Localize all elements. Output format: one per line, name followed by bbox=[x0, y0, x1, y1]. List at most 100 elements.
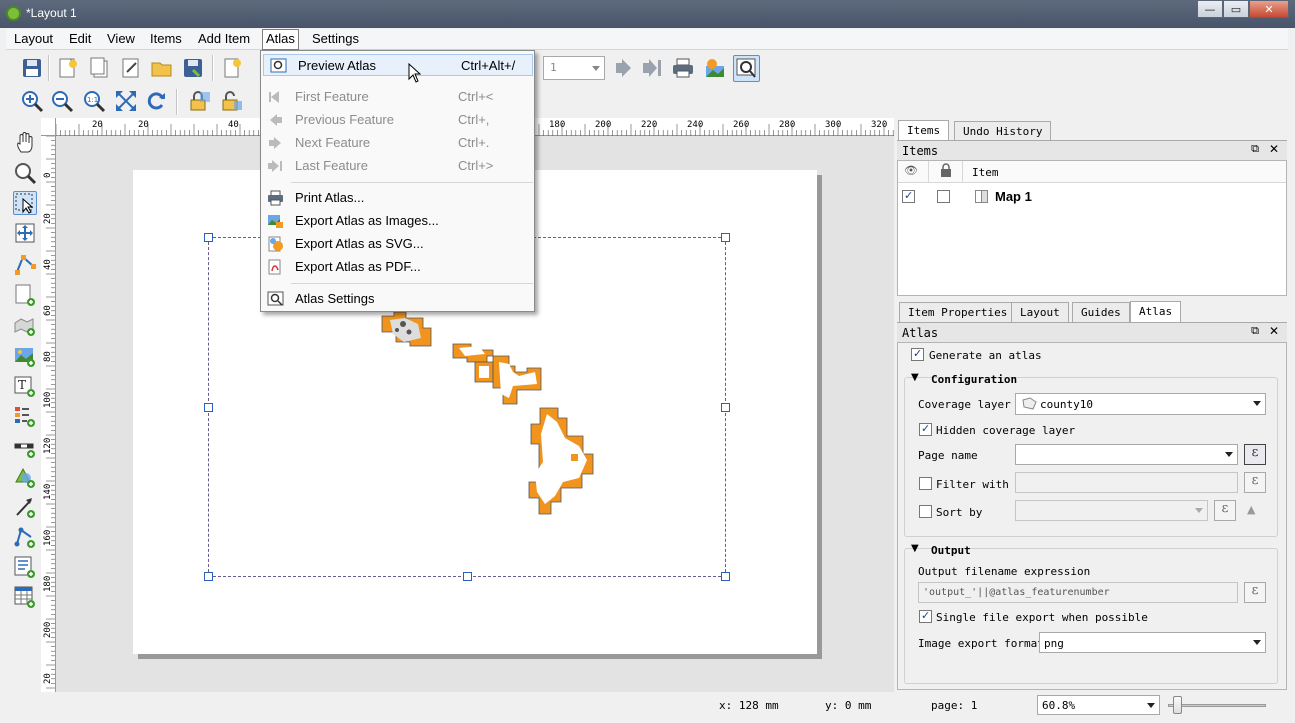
menu-view[interactable]: View bbox=[104, 31, 138, 46]
maximize-button[interactable]: ▭ bbox=[1223, 0, 1249, 18]
edit-nodes-tool-icon[interactable] bbox=[13, 252, 37, 276]
add-pages-icon[interactable] bbox=[220, 56, 244, 80]
export-atlas-pdf-item[interactable]: Export Atlas as PDF... bbox=[261, 256, 534, 278]
add-scalebar-tool-icon[interactable] bbox=[13, 435, 37, 459]
collapse-arrow-icon[interactable]: ▼ bbox=[911, 372, 919, 383]
new-layout-icon[interactable] bbox=[56, 56, 80, 80]
unlock-items-icon[interactable] bbox=[220, 89, 244, 113]
resize-handle-right[interactable] bbox=[721, 403, 730, 412]
print-atlas-icon[interactable] bbox=[671, 56, 695, 80]
last-feature-item[interactable]: Last Feature Ctrl+> bbox=[261, 155, 534, 177]
chevron-down-icon bbox=[1225, 452, 1233, 457]
filter-expression-input[interactable] bbox=[1015, 472, 1238, 493]
table-row[interactable]: Map 1 bbox=[898, 185, 1286, 207]
menu-atlas[interactable]: Atlas bbox=[262, 29, 299, 50]
menu-add-item[interactable]: Add Item bbox=[195, 31, 253, 46]
zoom-actual-icon[interactable]: 1:1 bbox=[82, 89, 106, 113]
close-panel-icon[interactable]: ✕ bbox=[1269, 324, 1279, 338]
zoom-in-icon[interactable] bbox=[20, 89, 44, 113]
print-atlas-item[interactable]: Print Atlas... bbox=[261, 187, 534, 209]
zoom-slider-track[interactable] bbox=[1168, 704, 1266, 707]
preview-atlas-item[interactable]: Preview Atlas Ctrl+Alt+/ bbox=[263, 54, 533, 76]
layout-manager-icon[interactable] bbox=[119, 56, 143, 80]
tab-guides[interactable]: Guides bbox=[1072, 302, 1130, 322]
select-tool-icon[interactable] bbox=[13, 191, 37, 215]
tab-layout[interactable]: Layout bbox=[1011, 302, 1069, 322]
sort-expression-button[interactable]: ε bbox=[1214, 500, 1236, 521]
zoom-select[interactable]: 60.8% bbox=[1037, 695, 1160, 715]
add-map-tool-icon[interactable] bbox=[13, 313, 37, 337]
save-icon[interactable] bbox=[20, 56, 44, 80]
export-atlas-images-item[interactable]: Export Atlas as Images... bbox=[261, 210, 534, 232]
last-feature-icon[interactable] bbox=[640, 56, 664, 80]
close-panel-icon[interactable]: ✕ bbox=[1269, 142, 1279, 156]
save-template-icon[interactable] bbox=[181, 56, 205, 80]
add-html-tool-icon[interactable] bbox=[13, 555, 37, 579]
minimize-button[interactable]: — bbox=[1197, 0, 1223, 18]
item-lock-checkbox[interactable] bbox=[937, 190, 950, 203]
sort-ascending-icon[interactable]: ▲ bbox=[1247, 503, 1255, 516]
resize-handle-left[interactable] bbox=[204, 403, 213, 412]
move-content-tool-icon[interactable] bbox=[13, 221, 37, 245]
tab-undo-history[interactable]: Undo History bbox=[954, 121, 1052, 141]
coverage-layer-select[interactable]: county10 bbox=[1015, 393, 1266, 415]
add-pages-tool-icon[interactable] bbox=[13, 283, 37, 307]
sort-by-select[interactable] bbox=[1015, 500, 1208, 521]
add-arrow-tool-icon[interactable] bbox=[13, 495, 37, 519]
page-name-expression-button[interactable]: ε bbox=[1244, 444, 1266, 465]
refresh-icon[interactable] bbox=[144, 89, 168, 113]
single-file-label: Single file export when possible bbox=[936, 611, 1148, 624]
add-attribute-table-tool-icon[interactable] bbox=[13, 585, 37, 609]
open-template-icon[interactable] bbox=[150, 56, 174, 80]
single-file-checkbox[interactable] bbox=[919, 609, 932, 623]
resize-handle-bottom-left[interactable] bbox=[204, 572, 213, 581]
add-picture-tool-icon[interactable] bbox=[13, 344, 37, 368]
menu-edit[interactable]: Edit bbox=[66, 31, 94, 46]
add-node-item-tool-icon[interactable] bbox=[13, 525, 37, 549]
sort-by-checkbox[interactable] bbox=[919, 505, 932, 518]
zoom-full-icon[interactable] bbox=[114, 89, 138, 113]
filter-expression-button[interactable]: ε bbox=[1244, 472, 1266, 493]
output-filename-input[interactable]: 'output_'||@atlas_featurenumber bbox=[918, 582, 1238, 603]
lock-items-icon[interactable] bbox=[188, 89, 212, 113]
float-panel-icon[interactable]: ⧉ bbox=[1251, 324, 1259, 338]
tab-item-properties[interactable]: Item Properties bbox=[899, 302, 1017, 322]
first-feature-item[interactable]: First Feature Ctrl+< bbox=[261, 86, 534, 108]
output-expression-button[interactable]: ε bbox=[1244, 582, 1266, 603]
generate-atlas-checkbox[interactable] bbox=[911, 347, 924, 361]
filter-with-checkbox[interactable] bbox=[919, 477, 932, 490]
menu-items[interactable]: Items bbox=[147, 31, 185, 46]
pan-tool-icon[interactable] bbox=[13, 131, 37, 155]
duplicate-layout-icon[interactable] bbox=[88, 56, 112, 80]
tab-items[interactable]: Items bbox=[898, 120, 950, 142]
resize-handle-bottom-right[interactable] bbox=[721, 572, 730, 581]
add-legend-tool-icon[interactable] bbox=[13, 404, 37, 428]
resize-handle-top-left[interactable] bbox=[204, 233, 213, 242]
coverage-layer-value: county10 bbox=[1040, 398, 1093, 411]
resize-handle-top-right[interactable] bbox=[721, 233, 730, 242]
add-label-tool-icon[interactable]: T bbox=[13, 374, 37, 398]
next-feature-item[interactable]: Next Feature Ctrl+. bbox=[261, 132, 534, 154]
next-feature-icon[interactable] bbox=[610, 56, 634, 80]
close-button[interactable]: ✕ bbox=[1249, 0, 1289, 18]
tab-atlas[interactable]: Atlas bbox=[1130, 301, 1182, 323]
previous-feature-item[interactable]: Previous Feature Ctrl+, bbox=[261, 109, 534, 131]
image-format-select[interactable]: png bbox=[1039, 632, 1266, 653]
menu-layout[interactable]: Layout bbox=[11, 31, 56, 46]
export-atlas-svg-item[interactable]: Export Atlas as SVG... bbox=[261, 233, 534, 255]
item-visible-checkbox[interactable] bbox=[902, 189, 915, 203]
atlas-settings-item[interactable]: Atlas Settings bbox=[261, 288, 534, 310]
atlas-page-spinbox[interactable]: 1 bbox=[543, 56, 605, 80]
collapse-arrow-icon[interactable]: ▼ bbox=[911, 543, 919, 554]
zoom-slider-handle[interactable] bbox=[1173, 696, 1182, 714]
hidden-coverage-checkbox[interactable] bbox=[919, 422, 932, 436]
zoom-tool-icon[interactable] bbox=[13, 161, 37, 185]
atlas-preview-toggle[interactable] bbox=[733, 55, 760, 82]
resize-handle-bottom[interactable] bbox=[463, 572, 472, 581]
menu-settings[interactable]: Settings bbox=[309, 31, 362, 46]
float-panel-icon[interactable]: ⧉ bbox=[1251, 142, 1259, 156]
add-shape-tool-icon[interactable] bbox=[13, 465, 37, 489]
export-atlas-images-icon[interactable] bbox=[703, 56, 727, 80]
zoom-out-icon[interactable] bbox=[50, 89, 74, 113]
page-name-select[interactable] bbox=[1015, 444, 1238, 465]
